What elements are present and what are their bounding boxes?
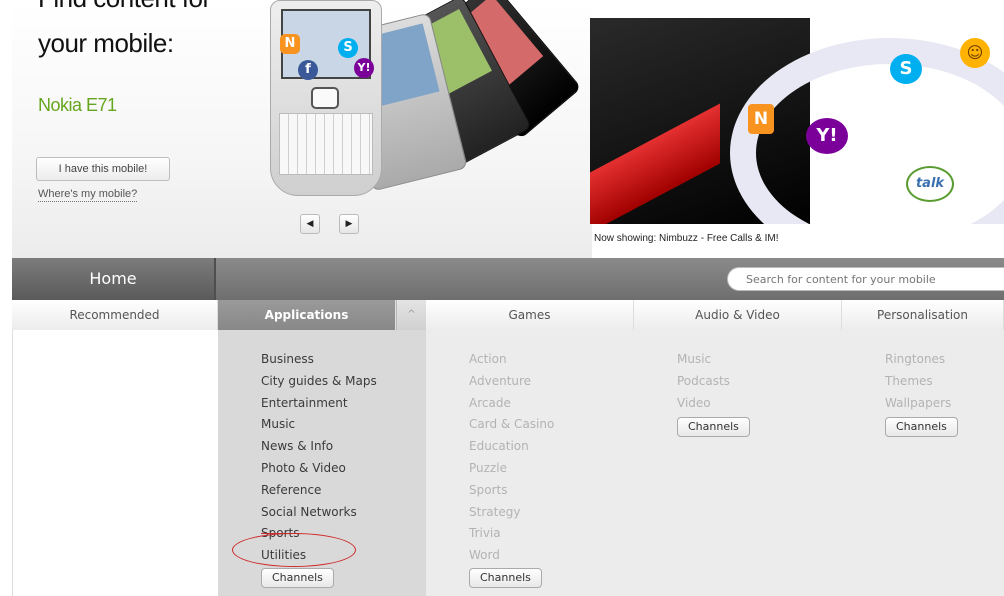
tab-recommended[interactable]: Recommended: [12, 300, 218, 330]
list-item[interactable]: City guides & Maps: [261, 371, 377, 393]
search-input[interactable]: [727, 267, 1004, 291]
games-panel: Action Adventure Arcade Card & Casino Ed…: [426, 330, 634, 596]
tab-audio-video[interactable]: Audio & Video: [634, 300, 842, 330]
games-list: Action Adventure Arcade Card & Casino Ed…: [469, 349, 554, 567]
list-item[interactable]: Education: [469, 436, 554, 458]
device-name: Nokia E71: [38, 95, 117, 115]
list-item[interactable]: Card & Casino: [469, 414, 554, 436]
list-item[interactable]: Business: [261, 349, 377, 371]
list-item[interactable]: Arcade: [469, 393, 554, 415]
list-item[interactable]: Action: [469, 349, 554, 371]
list-item[interactable]: Music: [261, 414, 377, 436]
list-item[interactable]: Word: [469, 545, 554, 567]
wheres-my-mobile-link[interactable]: Where's my mobile?: [38, 188, 138, 202]
nimbuzz-icon: N: [280, 34, 300, 54]
yahoo-icon: Y!: [354, 58, 374, 78]
list-item[interactable]: Puzzle: [469, 458, 554, 480]
recommended-panel: [12, 330, 218, 596]
yahoo-icon: Y!: [806, 118, 848, 154]
list-item[interactable]: Trivia: [469, 523, 554, 545]
audio-video-panel: Music Podcasts Video Channels: [634, 330, 842, 596]
list-item[interactable]: Music: [677, 349, 730, 371]
list-item[interactable]: Adventure: [469, 371, 554, 393]
facebook-icon: f: [298, 60, 318, 80]
skype-icon: S: [338, 38, 358, 58]
skype-icon: S: [890, 54, 922, 84]
home-tab[interactable]: Home: [12, 258, 216, 300]
applications-panel: Business City guides & Maps Entertainmen…: [218, 330, 426, 596]
phone-carousel-image: N f S Y!: [268, 0, 582, 200]
audio-video-list: Music Podcasts Video: [677, 349, 730, 414]
category-tabs: Recommended Applications Games Audio & V…: [12, 300, 1004, 330]
nimbuzz-icon: N: [748, 104, 774, 134]
list-item[interactable]: Strategy: [469, 502, 554, 524]
list-item[interactable]: Sports: [261, 523, 377, 545]
channels-button[interactable]: Channels: [677, 417, 750, 437]
list-item[interactable]: Photo & Video: [261, 458, 377, 480]
personalisation-list: Ringtones Themes Wallpapers: [885, 349, 951, 414]
list-item[interactable]: Reference: [261, 480, 377, 502]
phone-image-nokia-e71: [270, 0, 382, 196]
applications-list: Business City guides & Maps Entertainmen…: [261, 349, 377, 567]
list-item[interactable]: Wallpapers: [885, 393, 951, 415]
tab-personalisation[interactable]: Personalisation: [842, 300, 1004, 330]
showcase-image[interactable]: N Y! S ☺ talk: [590, 18, 1004, 224]
chevron-left-icon[interactable]: ◀: [300, 214, 320, 234]
showcase-caption: Now showing: Nimbuzz - Free Calls & IM!: [594, 233, 779, 244]
list-item[interactable]: Themes: [885, 371, 951, 393]
list-item-utilities[interactable]: Utilities: [261, 545, 377, 567]
list-item[interactable]: Entertainment: [261, 393, 377, 415]
have-this-mobile-button[interactable]: I have this mobile!: [36, 157, 170, 181]
list-item[interactable]: Podcasts: [677, 371, 730, 393]
personalisation-panel: Ringtones Themes Wallpapers Channels: [842, 330, 1004, 596]
channels-button[interactable]: Channels: [885, 417, 958, 437]
channels-button[interactable]: Channels: [261, 568, 334, 588]
chevron-right-icon[interactable]: ▶: [339, 214, 359, 234]
smiley-icon: ☺: [960, 38, 990, 68]
hero-banner: Find content for your mobile: Nokia E71 …: [0, 0, 1004, 258]
list-item[interactable]: Social Networks: [261, 502, 377, 524]
list-item[interactable]: News & Info: [261, 436, 377, 458]
list-item[interactable]: Video: [677, 393, 730, 415]
collapse-caret-icon[interactable]: ^: [396, 300, 426, 330]
hero-title-line2: your mobile:: [38, 28, 174, 58]
tab-applications[interactable]: Applications: [218, 300, 396, 330]
list-item[interactable]: Sports: [469, 480, 554, 502]
channels-button[interactable]: Channels: [469, 568, 542, 588]
list-item[interactable]: Ringtones: [885, 349, 951, 371]
hero-title-line1: Find content for: [38, 0, 211, 14]
tab-games[interactable]: Games: [426, 300, 634, 330]
talk-icon: talk: [906, 166, 954, 202]
